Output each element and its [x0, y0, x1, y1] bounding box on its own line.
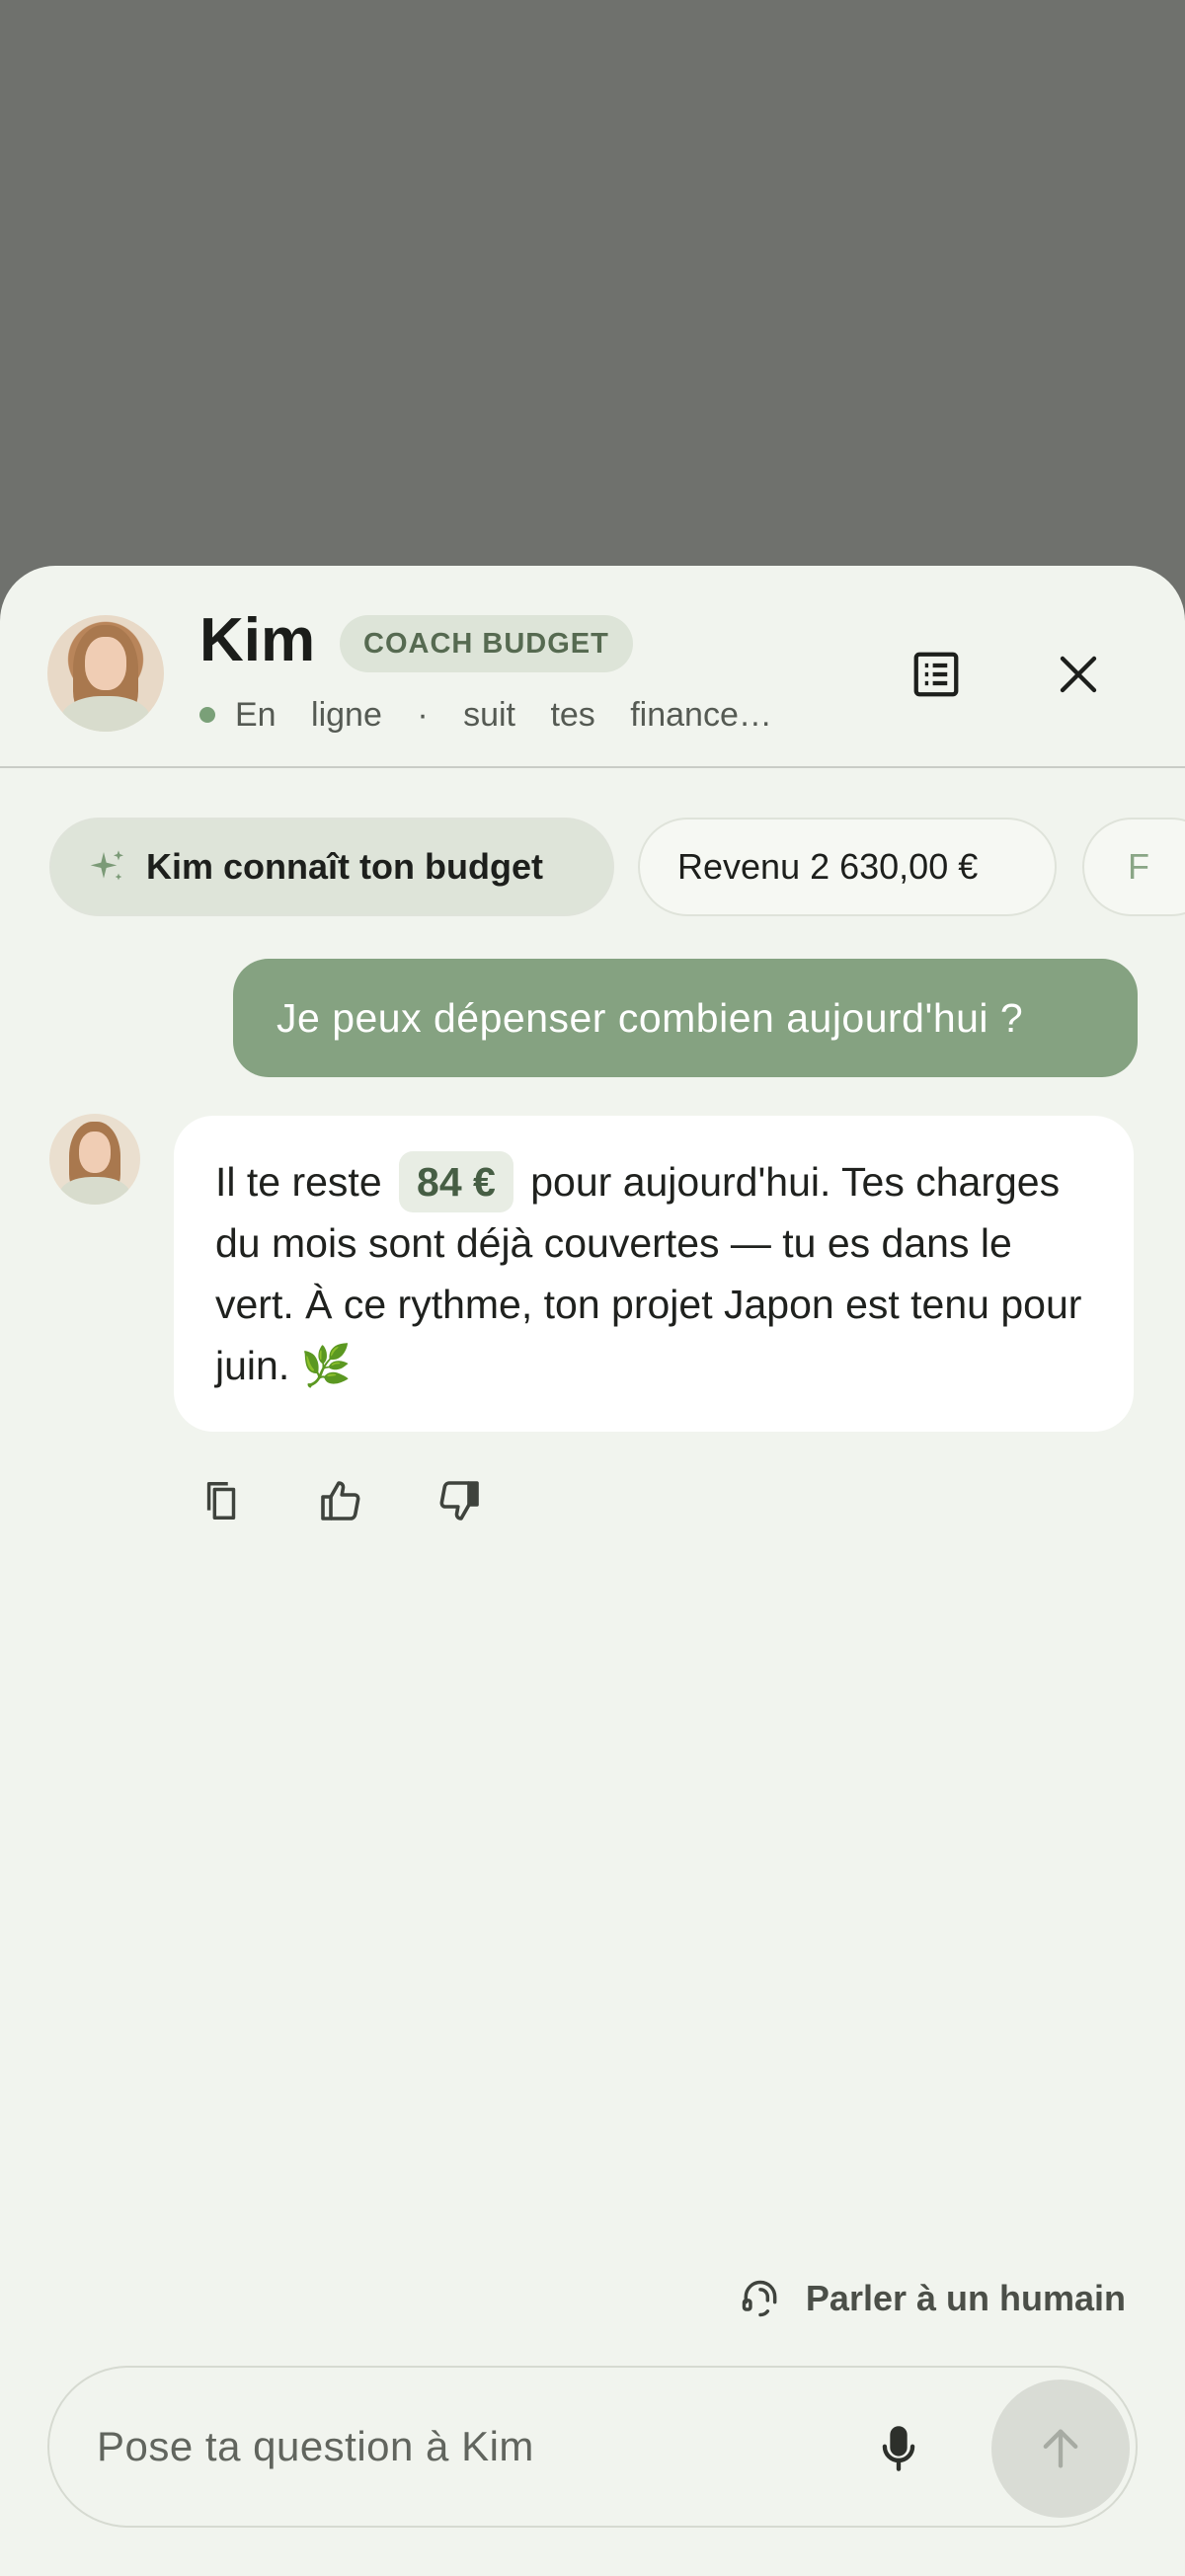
close-button[interactable]	[1039, 635, 1118, 714]
bot-text-before: Il te reste	[215, 1159, 382, 1205]
talk-to-human-link[interactable]: Parler à un humain	[739, 2269, 1126, 2328]
chat-header: Kim COACH BUDGET En ligne · suit tes fin…	[0, 566, 1185, 768]
thumbs-down-icon	[439, 1481, 479, 1521]
amount-highlight: 84 €	[399, 1151, 514, 1212]
copy-icon	[206, 1482, 236, 1520]
avatar	[47, 615, 164, 732]
headset-icon	[742, 2280, 777, 2317]
copy-button[interactable]	[188, 1466, 257, 1535]
status-text: En ligne · suit tes finance…	[235, 695, 772, 734]
chip-label: F	[1128, 846, 1149, 887]
chip-label: Kim connaît ton budget	[146, 846, 543, 887]
chat-sheet: Kim COACH BUDGET En ligne · suit tes fin…	[0, 566, 1185, 2576]
talk-to-human-label: Parler à un humain	[805, 2278, 1126, 2318]
coach-name: Kim	[199, 606, 316, 674]
dislike-button[interactable]	[425, 1466, 494, 1535]
message-actions	[188, 1466, 543, 1535]
mic-button[interactable]	[859, 2409, 938, 2488]
online-dot-icon	[199, 707, 215, 723]
mic-icon	[882, 2426, 915, 2471]
like-button[interactable]	[306, 1466, 375, 1535]
status-line: En ligne · suit tes finance…	[199, 692, 772, 738]
chip-partial[interactable]: F	[1082, 818, 1185, 916]
user-message-bubble: Je peux dépenser combien aujourd'hui ?	[233, 959, 1138, 1077]
chip-income[interactable]: Revenu 2 630,00 €	[638, 818, 1057, 916]
summary-button[interactable]	[897, 635, 976, 714]
thumbs-up-icon	[321, 1481, 360, 1521]
list-icon	[913, 652, 959, 697]
send-button[interactable]	[991, 2380, 1130, 2518]
sparkle-icon	[90, 850, 123, 881]
send-arrow-icon	[1043, 2429, 1078, 2468]
bot-message-bubble: Il te reste 84 € pour aujourd'hui. Tes c…	[174, 1116, 1134, 1432]
message-composer: Pose ta question à Kim	[47, 2366, 1138, 2528]
chip-label: Revenu 2 630,00 €	[677, 846, 979, 887]
bot-avatar	[49, 1114, 140, 1205]
close-icon	[1060, 656, 1097, 693]
context-chips: Kim connaît ton budget Revenu 2 630,00 €…	[0, 818, 1185, 920]
chip-budget-context[interactable]: Kim connaît ton budget	[49, 818, 614, 916]
message-input[interactable]: Pose ta question à Kim	[97, 2368, 534, 2526]
coach-badge: COACH BUDGET	[340, 615, 633, 672]
